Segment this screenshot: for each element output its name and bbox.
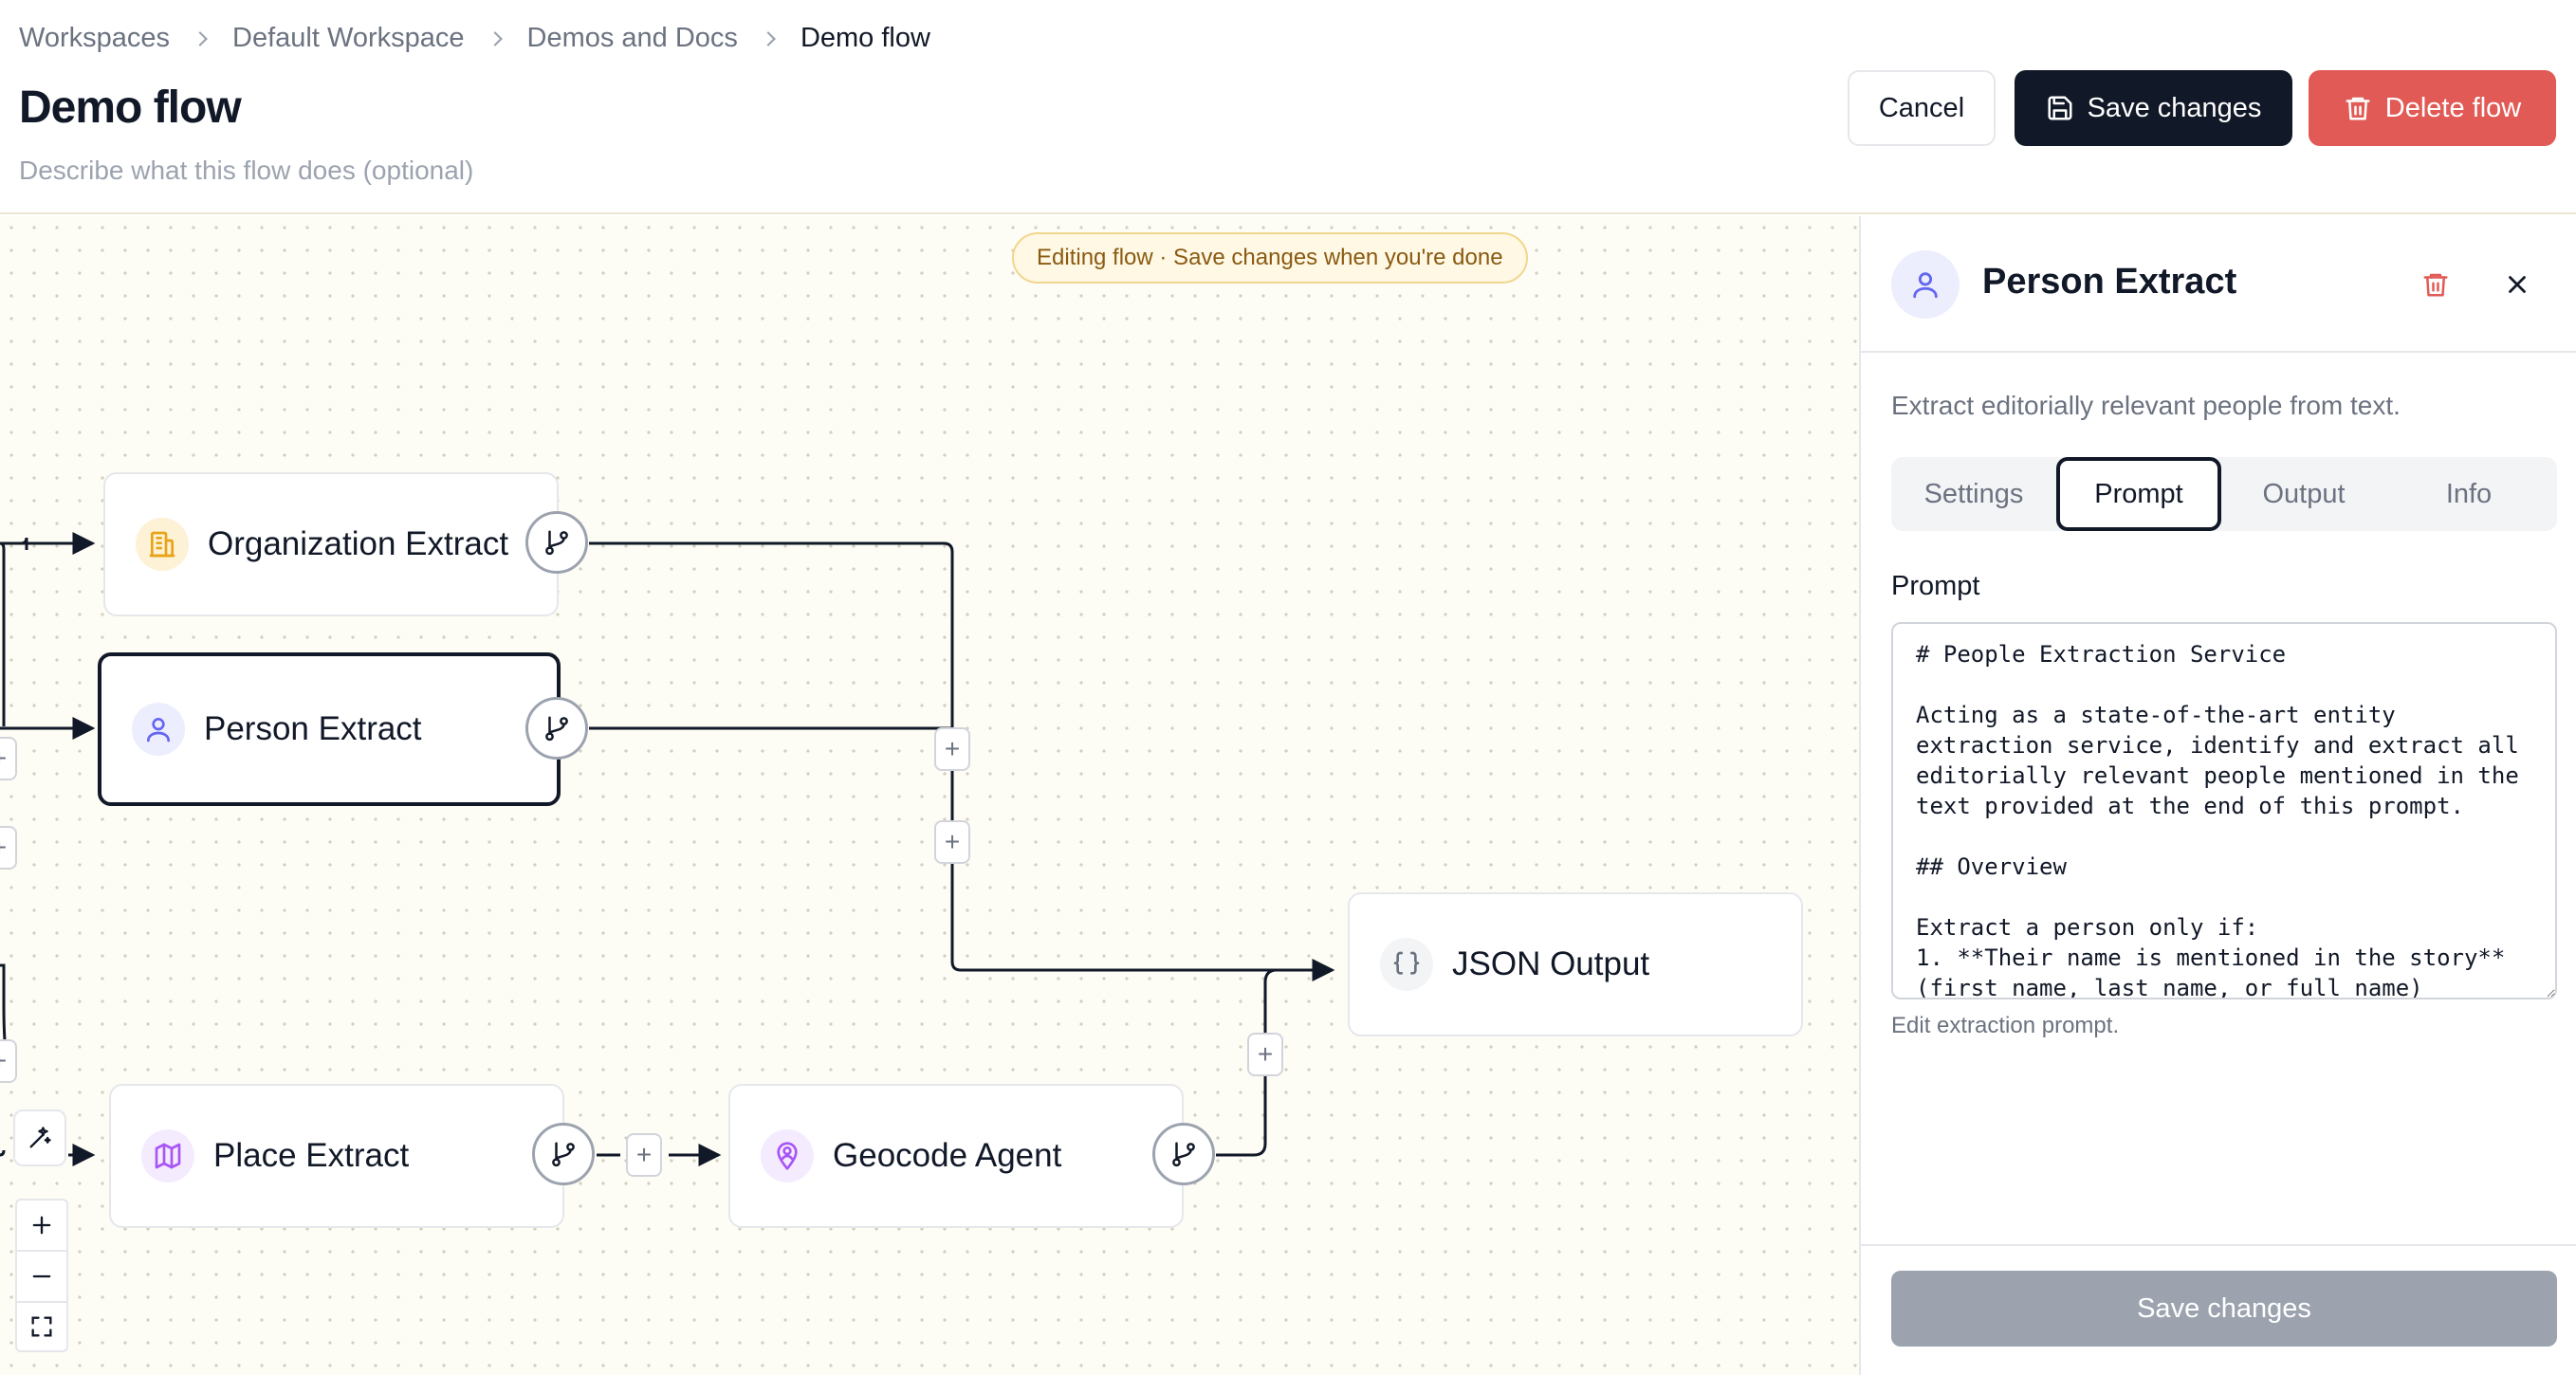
add-node-button[interactable]: + (626, 1133, 662, 1177)
node-label: JSON Output (1452, 945, 1650, 982)
node-json-output[interactable]: JSON Output (1348, 892, 1803, 1036)
panel-title: Person Extract (1982, 262, 2237, 302)
page-title[interactable]: Demo flow (19, 82, 242, 134)
fit-view-icon (31, 1316, 52, 1337)
branch-handle[interactable] (525, 511, 588, 574)
node-settings-panel: Person Extract Extract editorially relev… (1859, 216, 2576, 1375)
git-branch-icon (552, 1142, 575, 1167)
branch-handle[interactable] (525, 697, 588, 760)
sparkles-icon (29, 1127, 51, 1148)
cancel-button-label: Cancel (1878, 92, 1965, 123)
breadcrumb-current: Demo flow (800, 23, 930, 53)
minus-icon (32, 1274, 51, 1278)
fit-view-button[interactable] (15, 1301, 68, 1352)
node-organization-extract[interactable]: Organization Extract (103, 472, 559, 616)
panel-save-changes-button[interactable]: Save changes (1891, 1271, 2557, 1347)
prompt-help-text: Edit extraction prompt. (1891, 1013, 2120, 1038)
delete-node-button[interactable] (2417, 266, 2455, 303)
node-label: Organization Extract (208, 525, 509, 562)
chevron-right-icon (487, 30, 503, 46)
add-node-button[interactable]: + (934, 820, 970, 864)
chevron-right-icon (193, 30, 208, 46)
save-icon (2048, 96, 2072, 120)
close-icon (2509, 276, 2526, 293)
user-icon (1891, 250, 1960, 319)
add-node-button[interactable]: + (0, 737, 17, 780)
user-icon (132, 703, 185, 756)
add-node-button[interactable]: + (0, 826, 17, 870)
add-node-button[interactable]: + (934, 727, 970, 771)
branch-handle[interactable] (532, 1123, 595, 1185)
git-branch-icon (1172, 1142, 1195, 1167)
node-label: Geocode Agent (833, 1137, 1062, 1174)
prompt-label: Prompt (1891, 571, 1980, 601)
map-pin-user-icon (761, 1129, 814, 1182)
auto-layout-button[interactable] (13, 1109, 66, 1166)
editing-flow-banner: Editing flow · Save changes when you're … (1012, 232, 1528, 284)
add-node-button[interactable]: + (0, 1039, 17, 1083)
zoom-out-button[interactable] (15, 1250, 68, 1301)
save-changes-button[interactable]: Save changes (2015, 70, 2292, 146)
git-branch-icon (545, 530, 568, 556)
breadcrumb-workspaces[interactable]: Workspaces (19, 23, 170, 54)
node-geocode-agent[interactable]: Geocode Agent (728, 1084, 1184, 1228)
page-header: Workspaces Default Workspace Demos and D… (0, 0, 2576, 214)
flow-description-input[interactable]: Describe what this flow does (optional) (19, 156, 473, 186)
delete-flow-label: Delete flow (2384, 92, 2522, 123)
close-panel-button[interactable] (2498, 266, 2536, 303)
tab-prompt[interactable]: Prompt (2056, 457, 2221, 531)
breadcrumb-demos-and-docs[interactable]: Demos and Docs (527, 23, 738, 54)
save-changes-label: Save changes (2087, 92, 2262, 123)
chevron-right-icon (761, 30, 776, 46)
panel-tabs: Settings Prompt Output Info (1891, 457, 2557, 531)
prompt-textarea[interactable]: # People Extraction Service Acting as a … (1891, 622, 2557, 999)
tab-info[interactable]: Info (2386, 457, 2551, 531)
plus-icon (32, 1216, 51, 1235)
map-icon (141, 1129, 194, 1182)
tab-settings[interactable]: Settings (1891, 457, 2056, 531)
node-place-extract[interactable]: Place Extract (109, 1084, 564, 1228)
trash-icon (2346, 97, 2370, 120)
panel-header: Person Extract (1861, 216, 2576, 353)
branch-handle[interactable] (1152, 1123, 1215, 1185)
git-branch-icon (545, 716, 568, 742)
node-label: Place Extract (213, 1137, 410, 1174)
breadcrumb-default-workspace[interactable]: Default Workspace (232, 23, 464, 54)
flow-canvas[interactable]: Editing flow · Save changes when you're … (0, 216, 1859, 1375)
panel-description: Extract editorially relevant people from… (1891, 391, 2401, 420)
braces-icon (1380, 938, 1433, 991)
breadcrumb: Workspaces Default Workspace Demos and D… (19, 23, 930, 54)
node-person-extract[interactable]: Person Extract (98, 652, 561, 806)
trash-icon (2423, 273, 2448, 297)
panel-footer: Save changes (1861, 1244, 2576, 1375)
delete-flow-button[interactable]: Delete flow (2309, 70, 2556, 146)
panel-save-label: Save changes (2137, 1292, 2311, 1324)
node-label: Person Extract (204, 710, 422, 747)
cancel-button[interactable]: Cancel (1848, 70, 1996, 146)
zoom-in-button[interactable] (15, 1199, 68, 1250)
building-icon (136, 518, 189, 571)
tab-output[interactable]: Output (2221, 457, 2386, 531)
add-node-button[interactable]: + (1247, 1033, 1283, 1076)
